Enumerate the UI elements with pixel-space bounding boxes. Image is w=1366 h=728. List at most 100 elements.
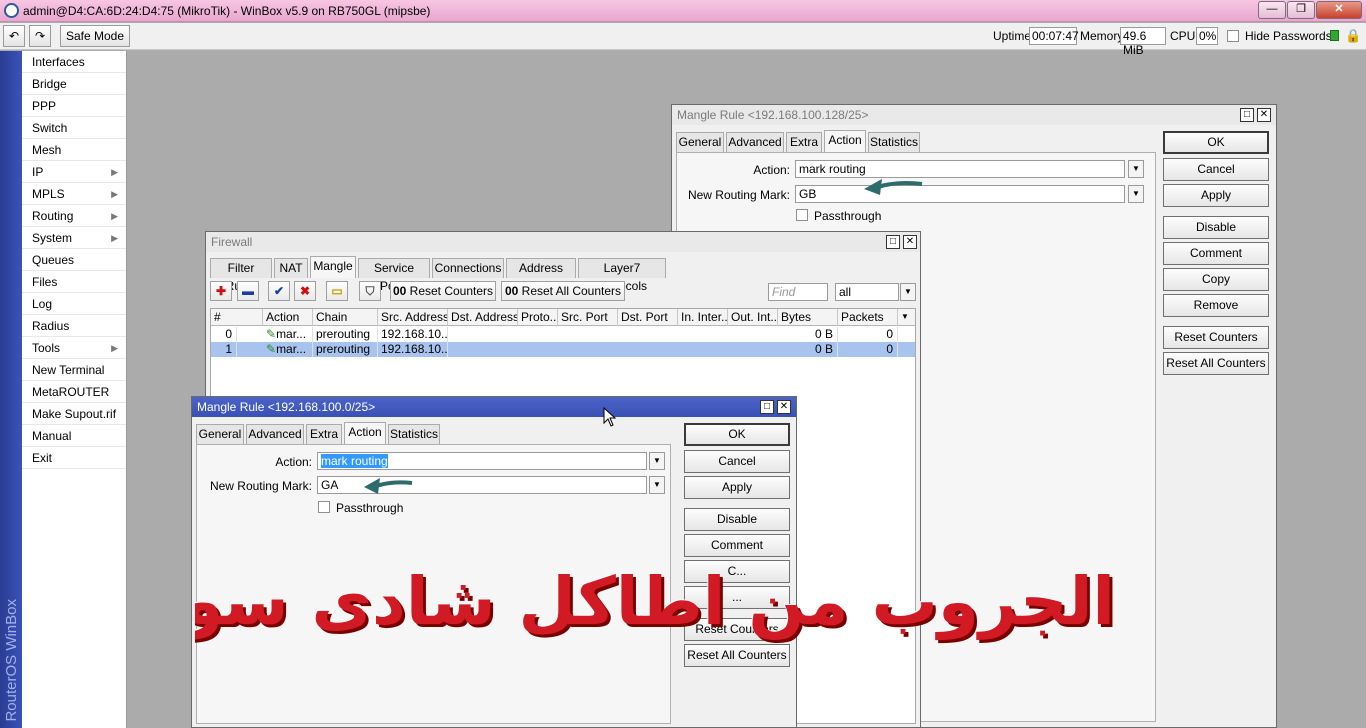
find-input[interactable]: Find bbox=[768, 283, 828, 301]
apply-button[interactable]: Apply bbox=[684, 476, 790, 499]
cancel-button[interactable]: Cancel bbox=[684, 450, 790, 473]
filter-select[interactable]: all bbox=[835, 283, 899, 301]
undo-icon[interactable]: ↶ bbox=[3, 25, 25, 47]
column-header[interactable]: Packets bbox=[838, 309, 898, 326]
tab-statistics[interactable]: Statistics bbox=[868, 132, 920, 152]
remove-button[interactable]: Remove bbox=[1163, 294, 1269, 317]
column-header[interactable]: Src. Port bbox=[558, 309, 618, 326]
sidebar-item-files[interactable]: Files bbox=[22, 271, 126, 293]
sidebar-item-tools[interactable]: Tools ▶ bbox=[22, 337, 126, 359]
column-header[interactable]: Bytes bbox=[778, 309, 838, 326]
sidebar-item-manual[interactable]: Manual bbox=[22, 425, 126, 447]
filter-icon[interactable]: ⛉ bbox=[359, 281, 381, 301]
tab-advanced[interactable]: Advanced bbox=[246, 424, 304, 444]
sidebar-item-interfaces[interactable]: Interfaces bbox=[22, 51, 126, 73]
disable-x-icon[interactable]: ✖ bbox=[294, 281, 316, 301]
close-icon[interactable]: ✕ bbox=[1257, 108, 1271, 122]
table-row[interactable]: 0 ✎mar... prerouting 192.168.10... 0 B 0 bbox=[211, 327, 915, 342]
add-icon[interactable]: ✚ bbox=[210, 281, 232, 301]
tab-action[interactable]: Action bbox=[344, 422, 386, 444]
ok-button[interactable]: OK bbox=[1163, 131, 1269, 154]
sidebar-item-exit[interactable]: Exit bbox=[22, 447, 126, 469]
reset-all-counters-button[interactable]: 00 Reset All Counters bbox=[501, 281, 625, 301]
sidebar-item-radius[interactable]: Radius bbox=[22, 315, 126, 337]
tab-filter-rules[interactable]: Filter Rules bbox=[210, 258, 272, 293]
row-packets: 0 bbox=[838, 342, 898, 357]
sidebar-item-ip[interactable]: IP ▶ bbox=[22, 161, 126, 183]
sidebar-item-make-supout[interactable]: Make Supout.rif bbox=[22, 403, 126, 425]
reset-counters-button[interactable]: 00 Reset Counters bbox=[390, 281, 496, 301]
comment-button[interactable]: Comment bbox=[1163, 242, 1269, 265]
tab-extra[interactable]: Extra bbox=[786, 132, 822, 152]
comment-note-icon[interactable]: ▭ bbox=[326, 281, 348, 301]
apply-button[interactable]: Apply bbox=[1163, 184, 1269, 207]
column-header[interactable]: In. Inter... bbox=[678, 309, 728, 326]
hide-passwords-checkbox[interactable] bbox=[1227, 30, 1239, 42]
tab-mangle[interactable]: Mangle bbox=[310, 256, 356, 278]
redo-icon[interactable]: ↷ bbox=[29, 25, 51, 47]
sidebar-item-metarouter[interactable]: MetaROUTER bbox=[22, 381, 126, 403]
tab-layer7-protocols[interactable]: Layer7 Protocols bbox=[578, 258, 666, 293]
enable-check-icon[interactable]: ✔ bbox=[268, 281, 290, 301]
column-header[interactable]: Out. Int... bbox=[728, 309, 778, 326]
routing-mark-input[interactable]: GB bbox=[795, 185, 1125, 203]
column-header[interactable]: Proto... bbox=[518, 309, 558, 326]
action-select[interactable]: mark routing bbox=[317, 452, 647, 470]
maximize-icon[interactable]: □ bbox=[1240, 108, 1254, 122]
chevron-down-icon[interactable]: ▼ bbox=[649, 452, 665, 470]
tab-address-lists[interactable]: Address Lists bbox=[506, 258, 576, 293]
tab-connections[interactable]: Connections bbox=[432, 258, 504, 278]
chevron-down-icon[interactable]: ▼ bbox=[1128, 185, 1144, 203]
sidebar-item-new-terminal[interactable]: New Terminal bbox=[22, 359, 126, 381]
tab-general[interactable]: General bbox=[676, 132, 724, 152]
chevron-down-icon[interactable]: ▼ bbox=[649, 476, 665, 494]
column-header[interactable]: Chain bbox=[313, 309, 378, 326]
chevron-down-icon[interactable]: ▼ bbox=[900, 283, 916, 301]
sidebar-item-mesh[interactable]: Mesh bbox=[22, 139, 126, 161]
sidebar-item-mpls[interactable]: MPLS ▶ bbox=[22, 183, 126, 205]
comment-button[interactable]: Comment bbox=[684, 534, 790, 557]
reset-counters-button[interactable]: Reset Counters bbox=[1163, 326, 1269, 349]
maximize-icon[interactable]: □ bbox=[760, 400, 774, 414]
passthrough-checkbox[interactable] bbox=[318, 501, 330, 513]
copy-button[interactable]: Copy bbox=[1163, 268, 1269, 291]
minimize-icon[interactable]: — bbox=[1258, 1, 1286, 19]
tab-extra[interactable]: Extra bbox=[306, 424, 342, 444]
disable-button[interactable]: Disable bbox=[1163, 216, 1269, 239]
tab-advanced[interactable]: Advanced bbox=[726, 132, 784, 152]
remove-icon[interactable]: ▬ bbox=[237, 281, 259, 301]
column-chooser-icon[interactable]: ▼ bbox=[898, 309, 915, 326]
sidebar-item-queues[interactable]: Queues bbox=[22, 249, 126, 271]
maximize-icon[interactable]: □ bbox=[886, 235, 900, 249]
sidebar-item-ppp[interactable]: PPP bbox=[22, 95, 126, 117]
column-header[interactable]: Dst. Address bbox=[448, 309, 518, 326]
passthrough-checkbox[interactable] bbox=[796, 209, 808, 221]
cancel-button[interactable]: Cancel bbox=[1163, 158, 1269, 181]
close-icon[interactable]: ✕ bbox=[1316, 1, 1362, 19]
close-icon[interactable]: ✕ bbox=[777, 400, 791, 414]
sidebar-item-bridge[interactable]: Bridge bbox=[22, 73, 126, 95]
table-row-selected[interactable]: 1 ✎mar... prerouting 192.168.10... 0 B 0 bbox=[211, 342, 915, 357]
column-header[interactable]: Src. Address bbox=[378, 309, 448, 326]
sidebar-item-routing[interactable]: Routing ▶ bbox=[22, 205, 126, 227]
tab-service-ports[interactable]: Service Ports bbox=[358, 258, 430, 293]
chevron-down-icon[interactable]: ▼ bbox=[1128, 160, 1144, 178]
safe-mode-button[interactable]: Safe Mode bbox=[60, 25, 130, 47]
tab-general[interactable]: General bbox=[196, 424, 244, 444]
column-header[interactable]: Dst. Port bbox=[618, 309, 678, 326]
tab-statistics[interactable]: Statistics bbox=[388, 424, 440, 444]
reset-all-counters-button[interactable]: Reset All Counters bbox=[1163, 352, 1269, 375]
ok-button[interactable]: OK bbox=[684, 423, 790, 446]
sidebar-item-switch[interactable]: Switch bbox=[22, 117, 126, 139]
column-header[interactable]: # bbox=[211, 309, 263, 326]
restore-icon[interactable]: ❐ bbox=[1287, 1, 1315, 19]
column-header[interactable]: Action bbox=[263, 309, 313, 326]
tab-action[interactable]: Action bbox=[824, 130, 866, 152]
close-icon[interactable]: ✕ bbox=[903, 235, 917, 249]
sidebar-item-system[interactable]: System ▶ bbox=[22, 227, 126, 249]
reset-all-counters-button[interactable]: Reset All Counters bbox=[684, 644, 790, 667]
sidebar-item-log[interactable]: Log bbox=[22, 293, 126, 315]
action-select[interactable]: mark routing bbox=[795, 160, 1125, 178]
tab-nat[interactable]: NAT bbox=[274, 258, 308, 278]
disable-button[interactable]: Disable bbox=[684, 508, 790, 531]
